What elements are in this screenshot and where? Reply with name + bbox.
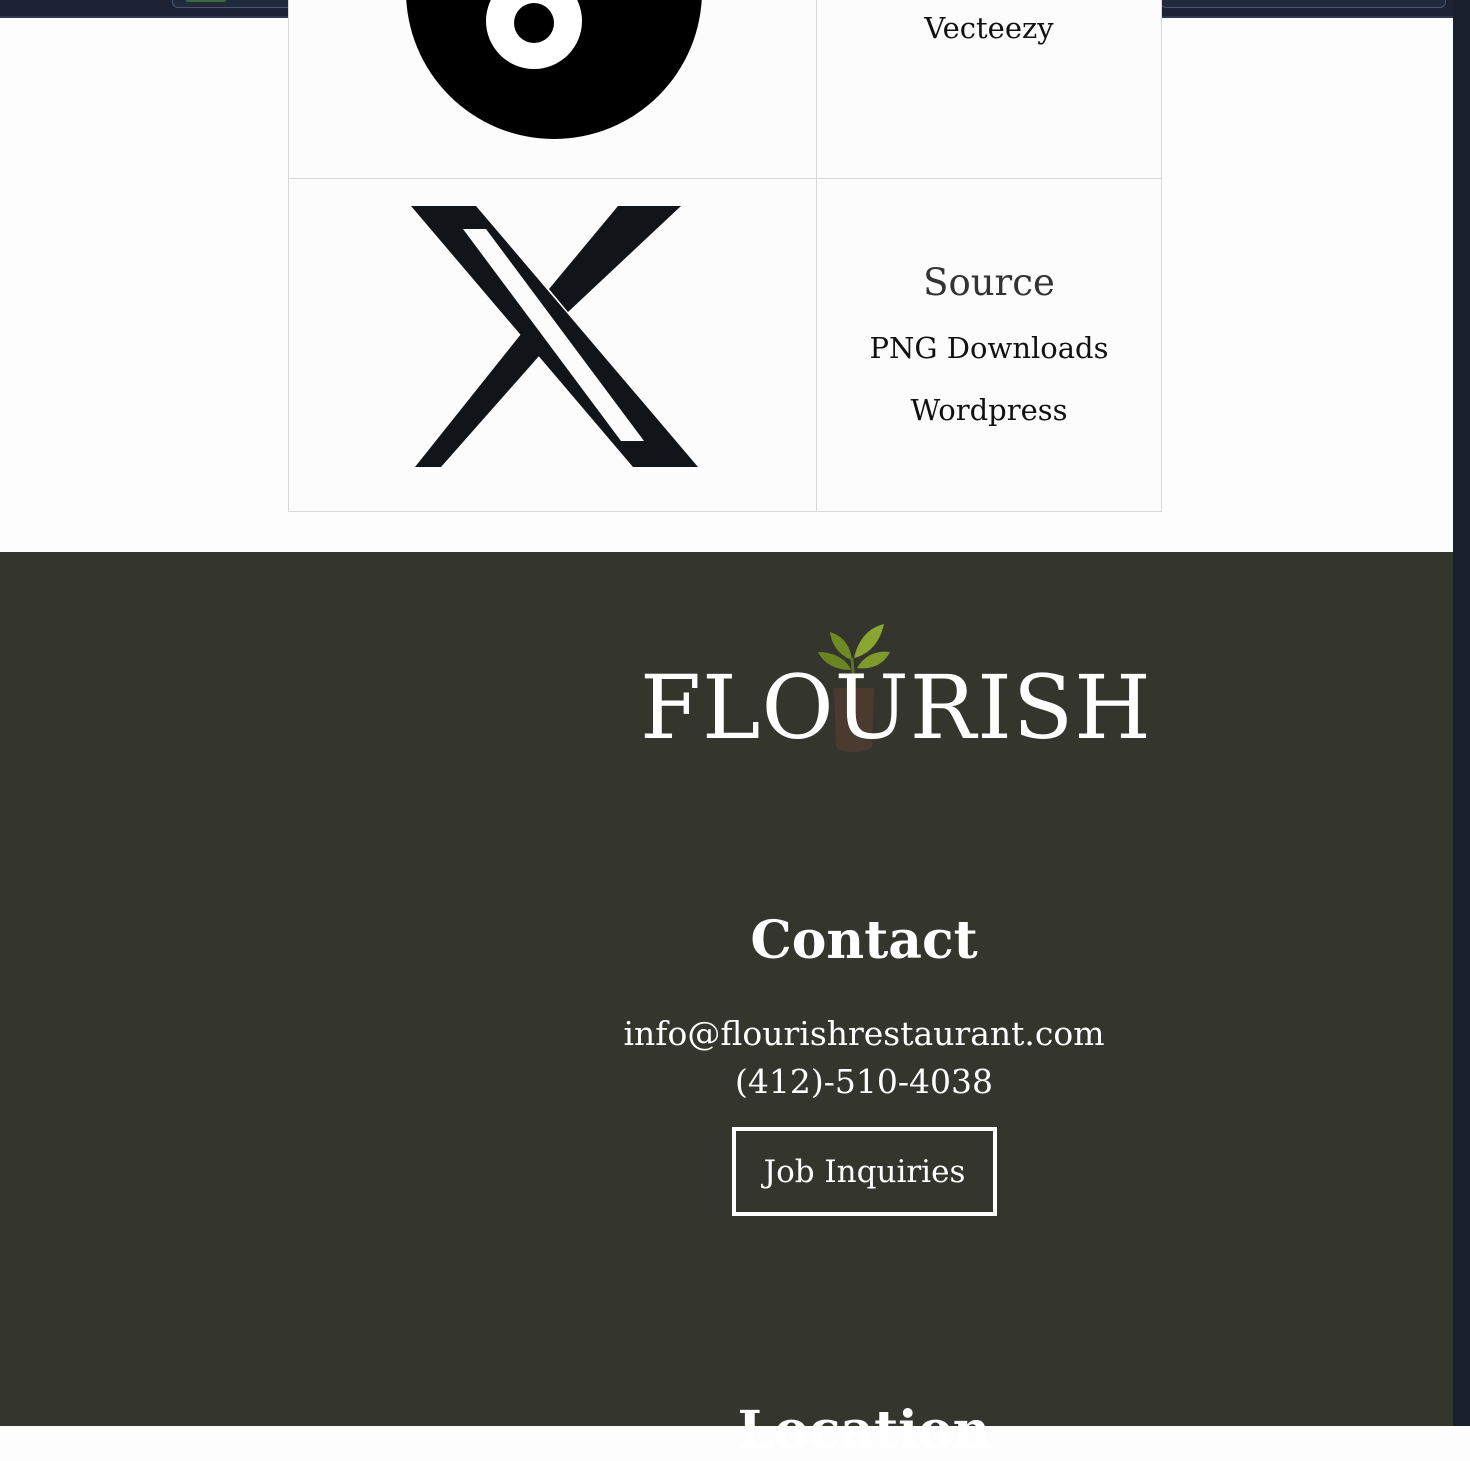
- source-link[interactable]: Wordpress: [817, 393, 1161, 427]
- source-heading: Source: [923, 261, 1055, 304]
- contact-phone-link[interactable]: (412)-510-4038: [0, 1062, 1470, 1101]
- threads-logo-icon: [406, 0, 702, 139]
- favicon-icon: [186, 0, 226, 2]
- x-logo-icon: [411, 206, 698, 467]
- table-cell-image: [288, 178, 818, 512]
- contact-email-link[interactable]: info@flourishrestaurant.com: [0, 1014, 1470, 1053]
- source-link[interactable]: PNG Downloads: [817, 331, 1161, 365]
- table-cell-image: [288, 0, 818, 180]
- flourish-logo[interactable]: FLOURISH: [636, 622, 1151, 762]
- table-cell-text: Source PNG Downloads Wordpress: [816, 178, 1162, 512]
- job-inquiries-button[interactable]: Job Inquiries: [732, 1127, 997, 1216]
- scrollbar-track[interactable]: [1453, 0, 1470, 1426]
- location-heading: Location: [737, 1400, 991, 1461]
- toolbar-button[interactable]: [1160, 0, 1446, 8]
- site-footer: FLOURISH Contact info@flourishrestaurant…: [0, 552, 1453, 1461]
- contact-heading: Contact: [750, 910, 978, 971]
- logo-wordmark: FLOURISH: [640, 656, 1152, 759]
- sources-table: Vecteezy Source PNG Downloads Wordpress: [288, 0, 1162, 512]
- table-cell-text: Vecteezy: [816, 0, 1162, 180]
- source-link[interactable]: Vecteezy: [817, 11, 1161, 45]
